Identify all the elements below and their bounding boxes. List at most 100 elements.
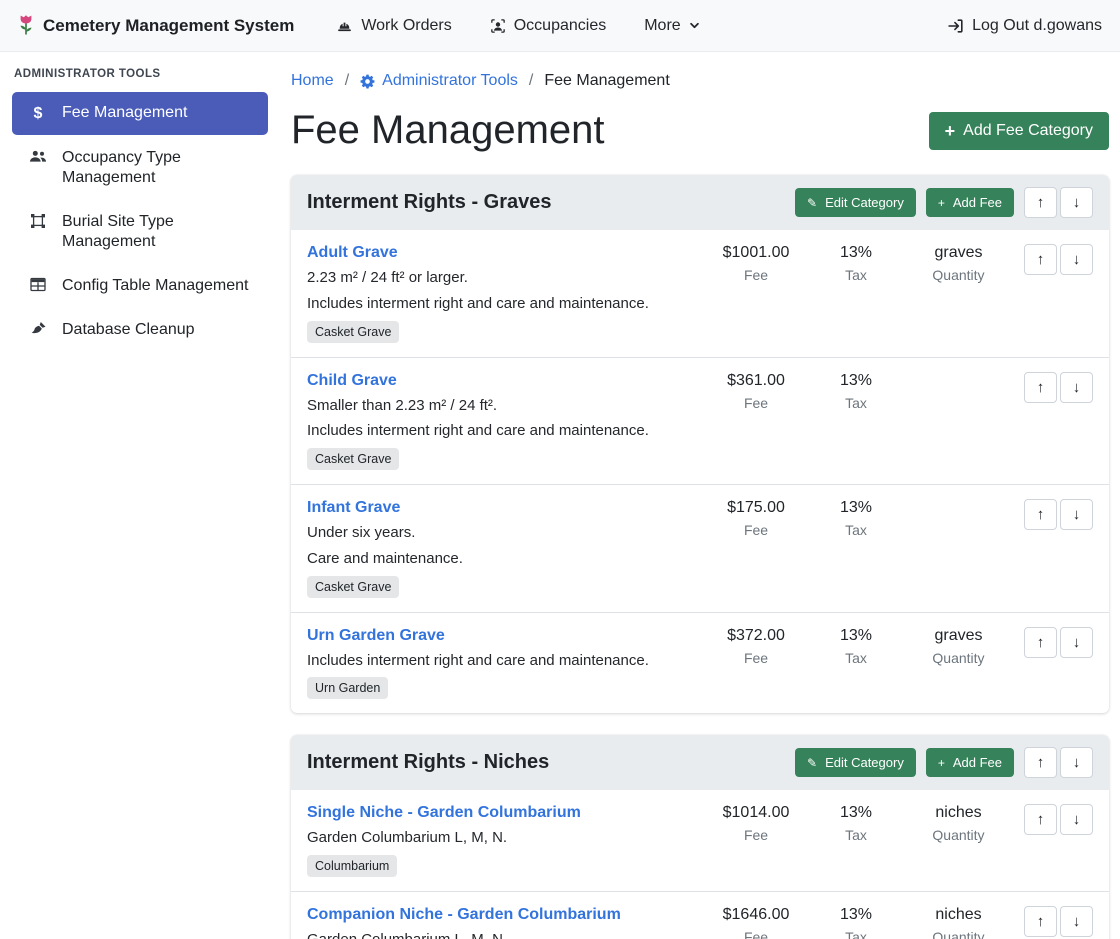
fee-amount-label: Fee xyxy=(701,929,811,939)
move-fee-up-button[interactable]: ↑ xyxy=(1024,372,1057,403)
add-fee-category-button[interactable]: + Add Fee Category xyxy=(929,112,1109,150)
move-fee-up-button[interactable]: ↑ xyxy=(1024,906,1057,937)
fee-amount-col: $361.00 Fee xyxy=(701,372,811,411)
fee-name-link[interactable]: Adult Grave xyxy=(307,244,689,262)
breadcrumb-home-link[interactable]: Home xyxy=(291,72,334,90)
move-fee-down-button[interactable]: ↓ xyxy=(1060,627,1093,658)
fee-quantity-col: niches Quantity xyxy=(901,906,1016,939)
app-brand[interactable]: Cemetery Management System xyxy=(18,14,294,38)
sidebar-item-label: Config Table Management xyxy=(62,276,249,296)
move-fee-down-button[interactable]: ↓ xyxy=(1060,372,1093,403)
fee-tax-label: Tax xyxy=(811,650,901,666)
fee-description: Garden Columbarium L, M, N. xyxy=(307,931,689,939)
move-category-up-button[interactable]: ↑ xyxy=(1024,747,1057,778)
dollar-icon: $ xyxy=(28,104,48,124)
fee-name-link[interactable]: Child Grave xyxy=(307,372,689,390)
sidebar-item-occupancy-type-management[interactable]: Occupancy Type Management xyxy=(12,137,268,199)
sidebar-item-config-table-management[interactable]: Config Table Management xyxy=(12,265,268,307)
fee-amount: $175.00 xyxy=(701,499,811,517)
fee-tax: 13% xyxy=(811,499,901,517)
gear-icon xyxy=(360,74,375,89)
category-header: Interment Rights - Graves ✎ Edit Categor… xyxy=(291,175,1109,230)
main-content: Home / Administrator Tools / Fee Managem… xyxy=(280,52,1120,939)
fee-info: Single Niche - Garden Columbarium Garden… xyxy=(307,804,701,877)
fee-reorder-buttons: ↑ ↓ xyxy=(1024,906,1093,937)
fee-name-link[interactable]: Single Niche - Garden Columbarium xyxy=(307,804,689,822)
fee-quantity-label: Quantity xyxy=(901,650,1016,666)
fee-row: Infant Grave Under six years. Care and m… xyxy=(291,485,1109,613)
fee-tax-label: Tax xyxy=(811,395,901,411)
fee-tax-col: 13% Tax xyxy=(811,244,901,283)
fee-amount-label: Fee xyxy=(701,827,811,843)
move-fee-up-button[interactable]: ↑ xyxy=(1024,627,1057,658)
move-category-up-button[interactable]: ↑ xyxy=(1024,187,1057,218)
move-fee-down-button[interactable]: ↓ xyxy=(1060,906,1093,937)
add-fee-button[interactable]: + Add Fee xyxy=(926,748,1014,777)
pencil-icon: ✎ xyxy=(807,197,817,209)
nav-occupancies[interactable]: Occupancies xyxy=(490,17,607,35)
move-fee-down-button[interactable]: ↓ xyxy=(1060,499,1093,530)
fee-name-link[interactable]: Urn Garden Grave xyxy=(307,627,689,645)
sidebar-item-burial-site-type-management[interactable]: Burial Site Type Management xyxy=(12,201,268,263)
edit-category-button[interactable]: ✎ Edit Category xyxy=(795,188,916,217)
fee-quantity-col: niches Quantity xyxy=(901,804,1016,843)
fee-quantity-label: Quantity xyxy=(901,929,1016,939)
add-fee-button[interactable]: + Add Fee xyxy=(926,188,1014,217)
move-fee-up-button[interactable]: ↑ xyxy=(1024,804,1057,835)
fee-category-card-graves: Interment Rights - Graves ✎ Edit Categor… xyxy=(291,175,1109,713)
category-reorder-buttons: ↑ ↓ xyxy=(1024,187,1093,218)
fee-row: Child Grave Smaller than 2.23 m² / 24 ft… xyxy=(291,358,1109,486)
app-title: Cemetery Management System xyxy=(43,16,294,36)
fee-quantity-col: graves Quantity xyxy=(901,627,1016,666)
logout-link[interactable]: Log Out d.gowans xyxy=(947,17,1102,35)
person-bounding-box-icon xyxy=(490,18,506,34)
fee-amount-col: $175.00 Fee xyxy=(701,499,811,538)
edit-category-label: Edit Category xyxy=(825,195,904,210)
move-fee-down-button[interactable]: ↓ xyxy=(1060,804,1093,835)
sidebar-item-label: Occupancy Type Management xyxy=(62,148,252,188)
fee-tax-col: 13% Tax xyxy=(811,627,901,666)
edit-category-button[interactable]: ✎ Edit Category xyxy=(795,748,916,777)
fee-row: Companion Niche - Garden Columbarium Gar… xyxy=(291,892,1109,939)
fee-amount-col: $1014.00 Fee xyxy=(701,804,811,843)
move-category-down-button[interactable]: ↓ xyxy=(1060,187,1093,218)
fee-type-badge: Casket Grave xyxy=(307,448,399,470)
breadcrumb-separator: / xyxy=(345,72,349,90)
breadcrumb-admin-tools-link[interactable]: Administrator Tools xyxy=(360,72,518,90)
fee-tax-label: Tax xyxy=(811,522,901,538)
move-fee-up-button[interactable]: ↑ xyxy=(1024,244,1057,275)
move-fee-up-button[interactable]: ↑ xyxy=(1024,499,1057,530)
nav-more[interactable]: More xyxy=(644,17,699,35)
fee-description: 2.23 m² / 24 ft² or larger. xyxy=(307,269,689,288)
sidebar-item-fee-management[interactable]: $ Fee Management xyxy=(12,92,268,135)
fee-reorder-buttons: ↑ ↓ xyxy=(1024,804,1093,835)
category-reorder-buttons: ↑ ↓ xyxy=(1024,747,1093,778)
fee-amount-label: Fee xyxy=(701,395,811,411)
fee-tax-col: 13% Tax xyxy=(811,906,901,939)
fee-amount: $361.00 xyxy=(701,372,811,390)
hard-hat-icon xyxy=(336,18,353,34)
fee-amount-col: $1001.00 Fee xyxy=(701,244,811,283)
category-header: Interment Rights - Niches ✎ Edit Categor… xyxy=(291,735,1109,790)
move-category-down-button[interactable]: ↓ xyxy=(1060,747,1093,778)
fee-description: Care and maintenance. xyxy=(307,550,689,569)
tulip-flower-icon xyxy=(18,14,34,38)
category-title: Interment Rights - Niches xyxy=(307,751,785,774)
move-fee-down-button[interactable]: ↓ xyxy=(1060,244,1093,275)
sidebar-item-label: Fee Management xyxy=(62,103,187,123)
fee-amount-label: Fee xyxy=(701,267,811,283)
nav-work-orders[interactable]: Work Orders xyxy=(336,17,451,35)
fee-name-link[interactable]: Infant Grave xyxy=(307,499,689,517)
fee-name-link[interactable]: Companion Niche - Garden Columbarium xyxy=(307,906,689,924)
sidebar-item-label: Burial Site Type Management xyxy=(62,212,252,252)
fee-quantity-label: Quantity xyxy=(901,267,1016,283)
sidebar-item-database-cleanup[interactable]: Database Cleanup xyxy=(12,309,268,351)
nav-label: More xyxy=(644,17,680,35)
page-layout: ADMINISTRATOR TOOLS $ Fee Management Occ… xyxy=(0,52,1120,939)
fee-tax: 13% xyxy=(811,372,901,390)
fee-quantity-label: Quantity xyxy=(901,827,1016,843)
vector-square-icon xyxy=(28,213,48,229)
sidebar: ADMINISTRATOR TOOLS $ Fee Management Occ… xyxy=(0,52,280,939)
fee-description: Includes interment right and care and ma… xyxy=(307,422,689,441)
sidebar-item-label: Database Cleanup xyxy=(62,320,195,340)
